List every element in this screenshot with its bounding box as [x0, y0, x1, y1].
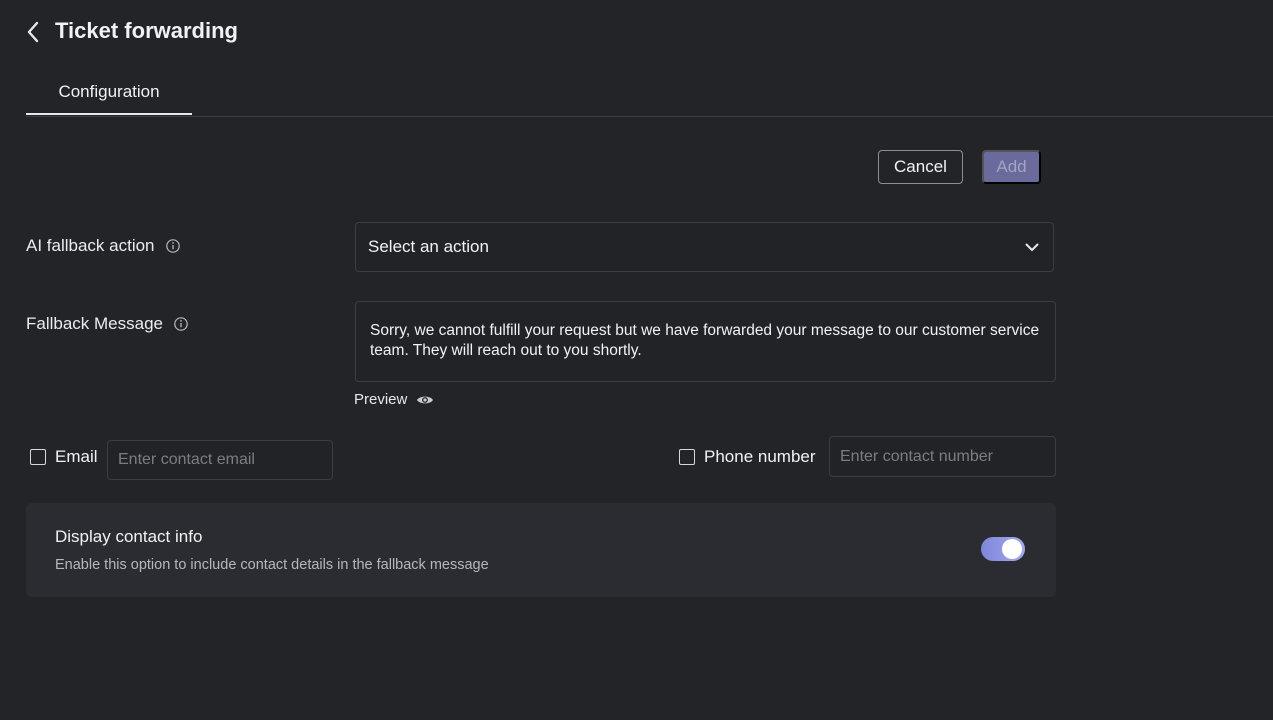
cancel-button[interactable]: Cancel — [878, 150, 963, 184]
phone-number-checkbox[interactable] — [679, 449, 695, 465]
display-contact-info-title: Display contact info — [55, 527, 203, 546]
tab-bar: Configuration — [26, 68, 1273, 117]
chevron-down-icon — [1023, 238, 1041, 256]
ticket-forwarding-page: Ticket forwarding Configuration Cancel A… — [0, 0, 1273, 720]
preview-button[interactable]: Preview — [354, 391, 434, 408]
back-button[interactable] — [22, 20, 44, 44]
email-checkbox[interactable] — [30, 449, 46, 465]
contact-number-input[interactable] — [829, 436, 1056, 477]
preview-label: Preview — [354, 391, 408, 408]
display-contact-info-card: Display contact info Enable this option … — [26, 503, 1056, 597]
ai-fallback-action-field-label: AI fallback action — [26, 236, 181, 256]
display-contact-info-description: Enable this option to include contact de… — [55, 557, 489, 573]
display-contact-info-toggle[interactable] — [981, 537, 1025, 561]
toggle-knob — [1002, 539, 1022, 559]
tab-configuration[interactable]: Configuration — [26, 68, 192, 115]
contact-email-input[interactable] — [107, 440, 333, 480]
ai-fallback-action-select[interactable]: Select an action — [355, 222, 1054, 272]
page-title: Ticket forwarding — [55, 18, 238, 43]
fallback-message-textarea[interactable]: Sorry, we cannot fulfill your request bu… — [355, 301, 1056, 382]
fallback-message-label: Fallback Message — [26, 314, 164, 333]
select-value: Select an action — [368, 237, 489, 256]
email-label: Email — [55, 447, 98, 466]
add-button[interactable]: Add — [982, 150, 1041, 184]
info-icon[interactable] — [173, 316, 189, 332]
ai-fallback-action-label: AI fallback action — [26, 236, 155, 255]
info-icon[interactable] — [165, 238, 181, 254]
fallback-message-field-label: Fallback Message — [26, 314, 189, 334]
chevron-left-icon — [26, 21, 40, 43]
phone-number-label: Phone number — [704, 447, 816, 466]
eye-icon — [416, 393, 434, 407]
